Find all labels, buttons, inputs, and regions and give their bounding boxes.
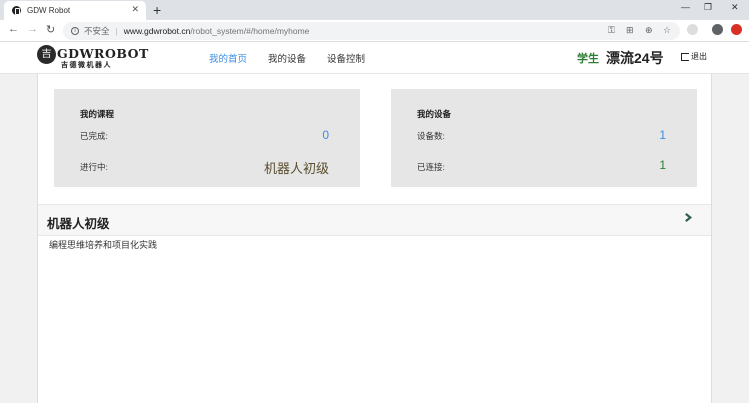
- connected-value[interactable]: 1: [659, 158, 666, 172]
- nav-device-control[interactable]: 设备控制: [327, 51, 365, 65]
- back-arrow-icon[interactable]: ←: [8, 23, 19, 35]
- logout-button[interactable]: 退出: [681, 51, 707, 62]
- security-label[interactable]: 不安全: [84, 25, 110, 37]
- card-title: 我的课程: [80, 109, 115, 119]
- tab-title: GDW Robot: [27, 6, 71, 15]
- card-title: 我的设备: [417, 109, 452, 119]
- forward-arrow-icon[interactable]: →: [27, 23, 38, 35]
- gdwrobot-logo[interactable]: 吉 GDWROBOT 吉德微机器人: [37, 45, 148, 71]
- close-window-button[interactable]: ✕: [731, 2, 739, 13]
- completed-label: 已完成:: [80, 131, 108, 141]
- user-role: 学生: [577, 53, 599, 65]
- bookmark-star-icon[interactable]: ☆: [663, 25, 671, 36]
- website: 吉 GDWROBOT 吉德微机器人 我的首页 我的设备 设备控制 学生 漂流24…: [0, 42, 749, 403]
- address-bar[interactable]: i 不安全 | www.gdwrobot.cn /robot_system/#/…: [63, 22, 680, 40]
- user-name: 漂流24号: [606, 50, 664, 66]
- course-description: 编程思维培养和项目化实践: [49, 240, 158, 250]
- main-content: 我的课程 已完成: 0 进行中: 机器人初级 我的设备 设备数: 1 已连接: …: [37, 74, 712, 403]
- in-progress-label: 进行中:: [80, 162, 108, 172]
- restore-button[interactable]: ❐: [704, 2, 712, 13]
- logout-label: 退出: [691, 52, 707, 61]
- reload-icon[interactable]: ↻: [46, 23, 55, 36]
- course-title: 机器人初级: [47, 217, 110, 231]
- new-tab-button[interactable]: +: [153, 1, 161, 19]
- completed-value[interactable]: 0: [322, 128, 329, 142]
- logout-icon: [681, 52, 689, 61]
- site-header: 吉 GDWROBOT 吉德微机器人 我的首页 我的设备 设备控制 学生 漂流24…: [0, 42, 749, 74]
- nav-my-home[interactable]: 我的首页: [209, 51, 247, 65]
- nav-my-devices[interactable]: 我的设备: [268, 51, 306, 65]
- my-devices-card: 我的设备 设备数: 1 已连接: 1: [391, 89, 697, 187]
- chevron-right-icon[interactable]: [684, 213, 693, 222]
- site-favicon-icon: [12, 6, 21, 15]
- download-icon[interactable]: [731, 24, 742, 35]
- minimize-button[interactable]: —: [681, 2, 690, 12]
- connected-label: 已连接:: [417, 162, 445, 172]
- address-separator: |: [115, 26, 118, 36]
- device-count-label: 设备数:: [417, 131, 445, 141]
- browser-tab-bar: GDW Robot ✕ + — ❐ ✕: [0, 0, 749, 20]
- info-icon[interactable]: i: [71, 27, 79, 35]
- close-tab-icon[interactable]: ✕: [131, 4, 139, 15]
- my-courses-card: 我的课程 已完成: 0 进行中: 机器人初级: [54, 89, 360, 187]
- in-progress-value[interactable]: 机器人初级: [264, 158, 329, 177]
- browser-tab[interactable]: GDW Robot ✕: [4, 1, 146, 20]
- url-path: /robot_system/#/home/myhome: [190, 26, 310, 36]
- device-count-value[interactable]: 1: [659, 128, 666, 142]
- key-icon[interactable]: ⚿: [608, 25, 615, 36]
- logo-text-cn: 吉德微机器人: [61, 62, 112, 69]
- logo-mark: 吉: [37, 45, 56, 64]
- logo-text-en: GDWROBOT: [57, 46, 149, 61]
- browser-toolbar: ← → ↻ i 不安全 | www.gdwrobot.cn /robot_sys…: [0, 20, 749, 42]
- translate-icon[interactable]: ⊞: [626, 25, 634, 36]
- extension-icon[interactable]: [687, 24, 698, 35]
- url-host: www.gdwrobot.cn: [123, 26, 191, 36]
- course-item[interactable]: 机器人初级: [38, 204, 711, 236]
- profile-avatar-icon[interactable]: [712, 24, 723, 35]
- zoom-icon[interactable]: ⊕: [645, 25, 653, 36]
